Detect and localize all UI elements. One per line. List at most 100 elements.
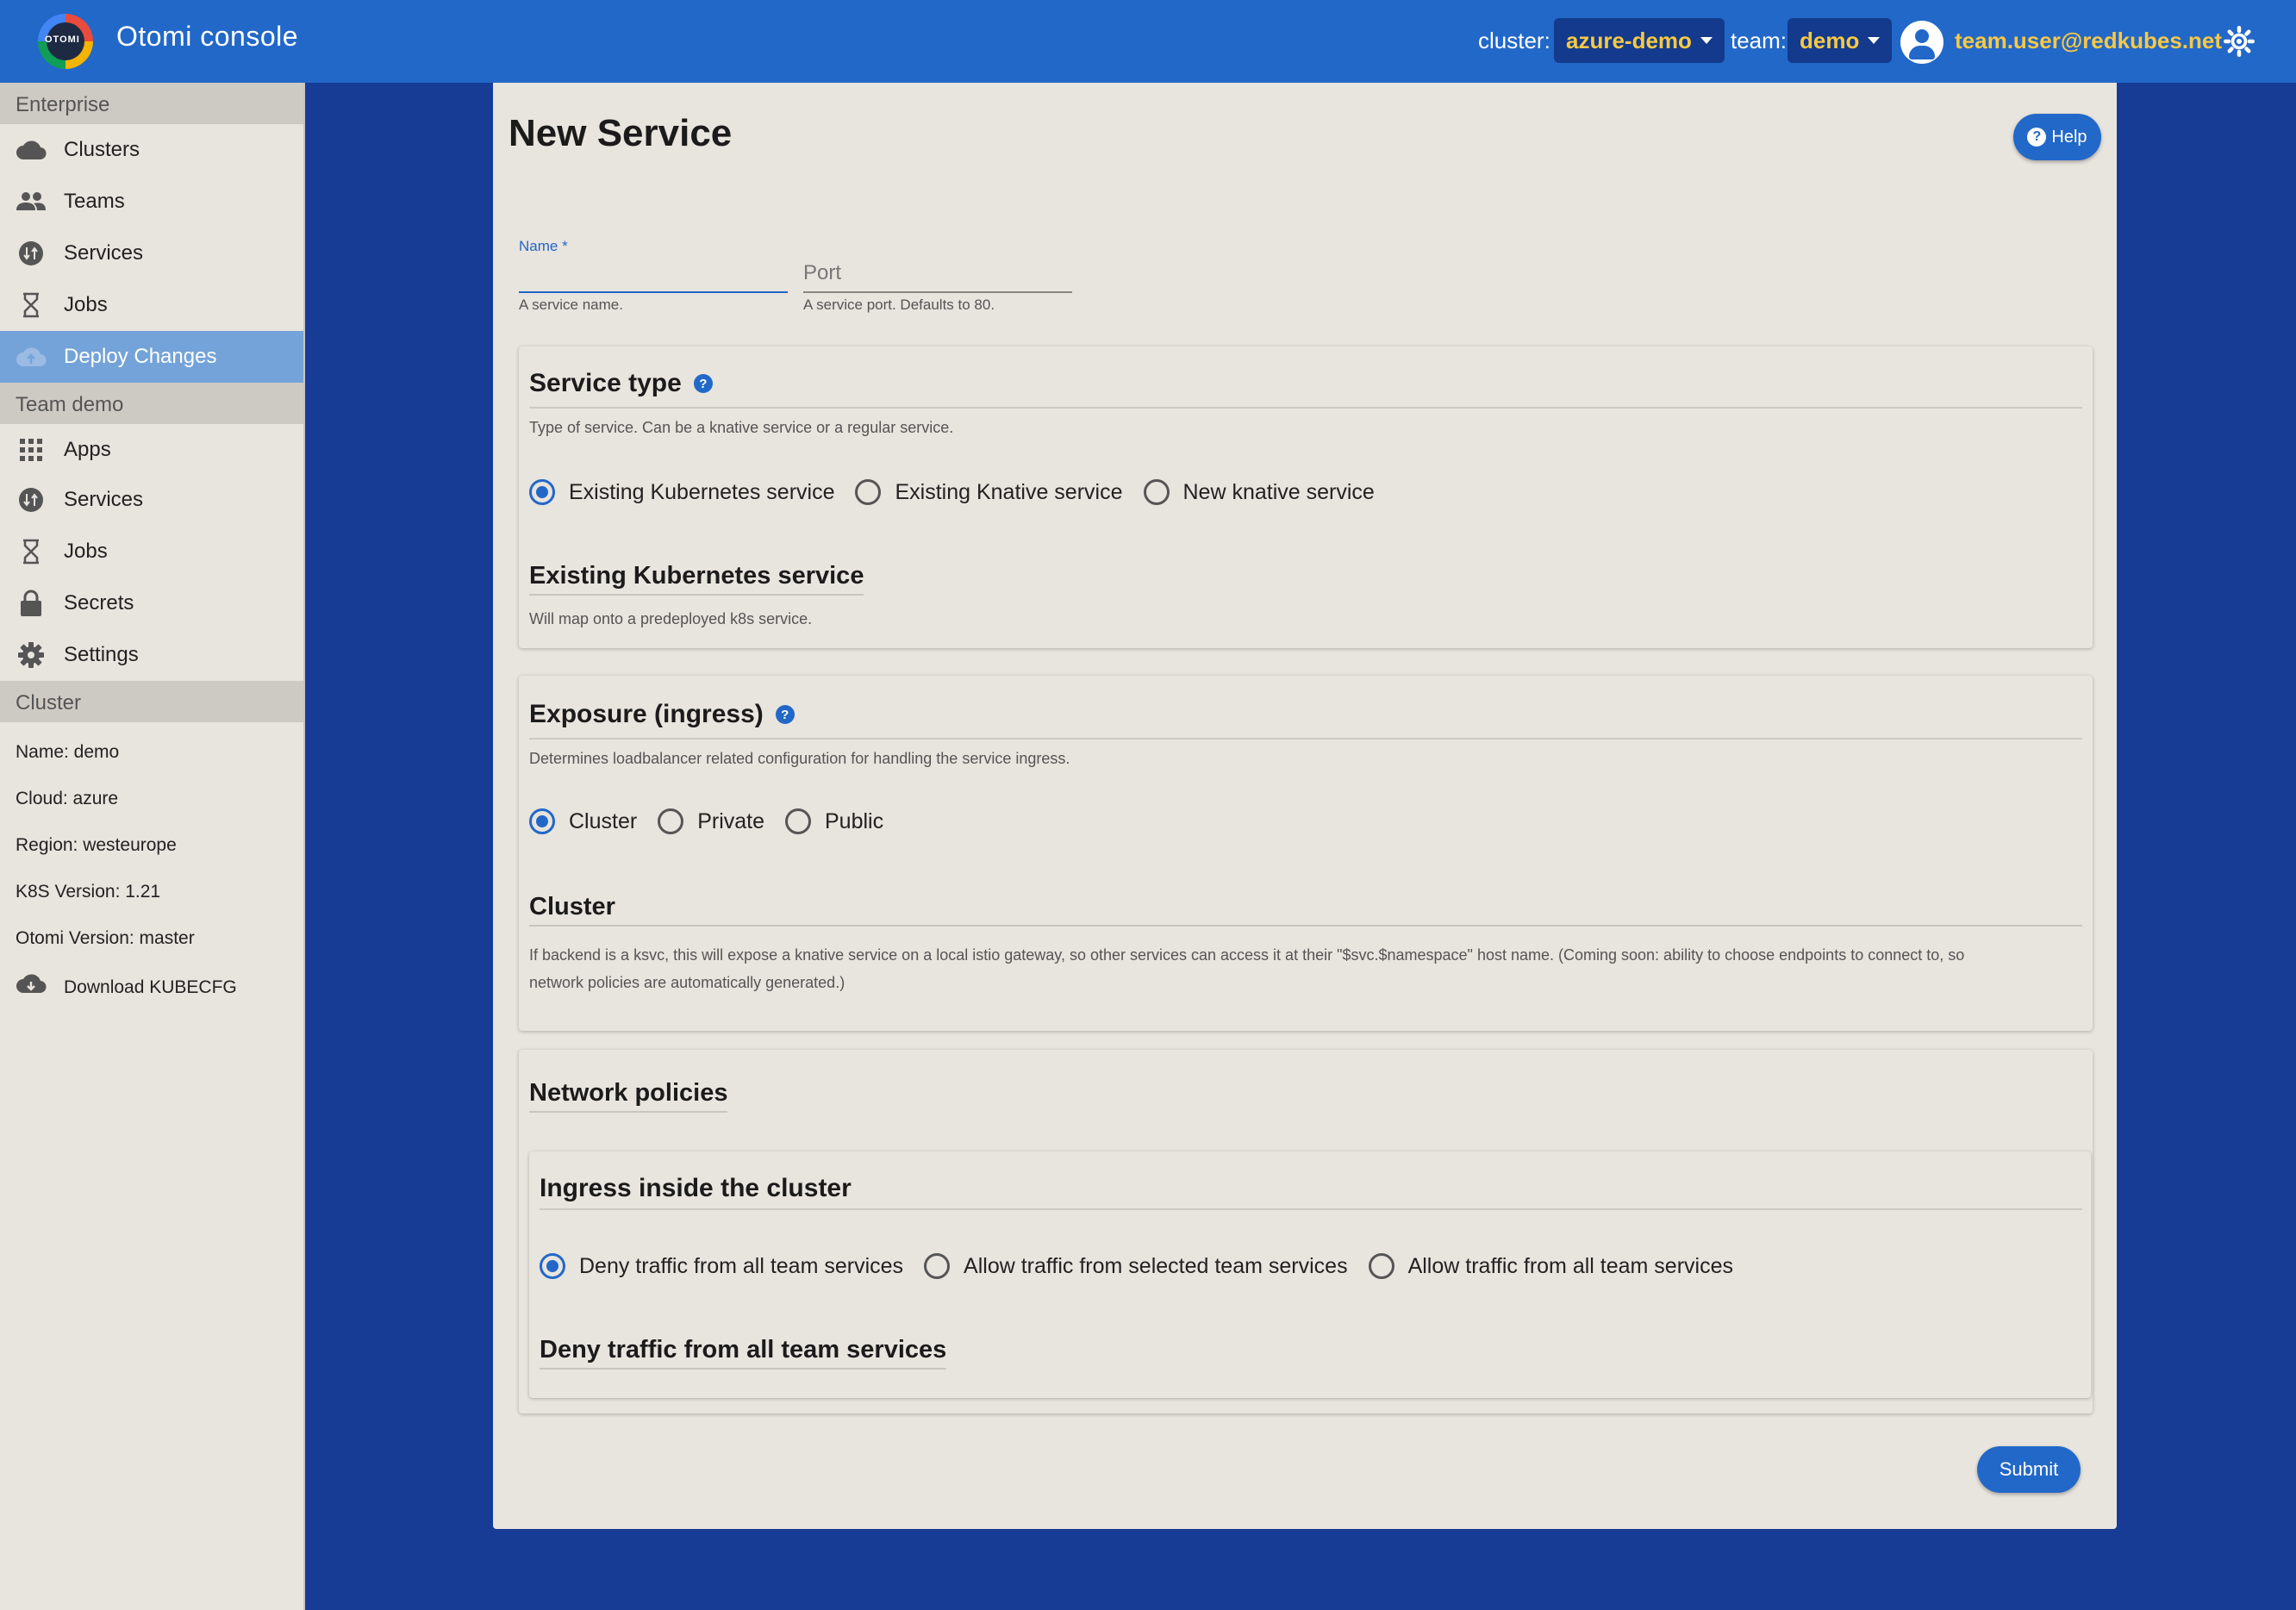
hourglass-icon: [16, 290, 47, 321]
radio-cluster[interactable]: Cluster: [529, 808, 637, 834]
radio-deny-all-team-services[interactable]: Deny traffic from all team services: [540, 1253, 903, 1279]
cluster-select-value: azure-demo: [1566, 27, 1692, 53]
cluster-label: cluster:: [1478, 28, 1550, 53]
swap-icon: [16, 238, 47, 269]
sidebar-item-label: Secrets: [64, 591, 134, 615]
radio-label: New knative service: [1182, 479, 1375, 504]
service-type-subsection-description: Will map onto a predeployed k8s service.: [529, 610, 813, 627]
name-field: Name * A service name.: [519, 238, 788, 314]
radio-label: Public: [825, 808, 884, 833]
radio-unchecked-icon: [785, 808, 811, 834]
service-type-radio-group: Existing Kubernetes service Existing Kna…: [529, 479, 1395, 505]
sidebar-item-secrets[interactable]: Secrets: [0, 577, 303, 629]
exposure-description-line-1: If backend is a ksvc, this will expose a…: [529, 946, 1965, 964]
sidebar-item-services[interactable]: Services: [0, 228, 303, 279]
sidebar-item-settings[interactable]: Settings: [0, 629, 303, 681]
team-select-value: demo: [1800, 27, 1860, 53]
radio-checked-icon: [529, 479, 555, 505]
user-email[interactable]: team.user@redkubes.net: [1955, 28, 2222, 54]
hourglass-icon: [16, 536, 47, 567]
brightness-icon[interactable]: [2224, 26, 2255, 57]
sidebar-item-deploy-changes[interactable]: Deploy Changes: [0, 331, 303, 383]
exposure-subsection-description: If backend is a ksvc, this will expose a…: [529, 941, 2081, 996]
radio-checked-icon: [540, 1253, 565, 1279]
exposure-subsection-title: Cluster: [529, 893, 2082, 927]
exposure-title: Exposure (ingress) ?: [529, 700, 795, 729]
sidebar-item-label: Apps: [64, 438, 111, 461]
apps-grid-icon: [16, 434, 47, 465]
submit-button[interactable]: Submit: [1977, 1446, 2081, 1493]
logo-text: OTOMI: [45, 34, 80, 45]
radio-public[interactable]: Public: [785, 808, 883, 834]
cluster-info-otomi-version: Otomi Version: master: [16, 928, 195, 948]
app-title[interactable]: Otomi console: [116, 21, 298, 53]
sidebar-item-label: Teams: [64, 190, 125, 213]
sidebar-item-label: Jobs: [64, 540, 108, 563]
radio-private[interactable]: Private: [658, 808, 764, 834]
sidebar-item-label: Services: [64, 488, 144, 511]
download-kubecfg-label: Download KUBECFG: [64, 977, 237, 997]
port-field-hint: A service port. Defaults to 80.: [803, 296, 995, 313]
chevron-down-icon: [1868, 37, 1881, 44]
team-label: team:: [1731, 28, 1788, 53]
sidebar-item-label: Deploy Changes: [64, 345, 217, 368]
name-input[interactable]: [519, 255, 788, 293]
exposure-radio-group: Cluster Private Public: [529, 808, 904, 834]
sidebar: Enterprise Clusters Teams Services Jobs …: [0, 83, 305, 1610]
radio-existing-kubernetes-service[interactable]: Existing Kubernetes service: [529, 479, 834, 505]
help-icon: ?: [2027, 128, 2047, 147]
sidebar-section-cluster: Cluster: [0, 681, 303, 722]
swap-icon: [16, 484, 47, 515]
page-title: New Service: [508, 112, 733, 154]
radio-label: Allow traffic from selected team service…: [964, 1253, 1348, 1278]
team-select[interactable]: demo: [1788, 18, 1893, 63]
sidebar-item-team-jobs[interactable]: Jobs: [0, 526, 303, 577]
people-icon: [16, 186, 47, 217]
cluster-info-k8s-version: K8S Version: 1.21: [16, 882, 161, 902]
service-type-card: Service type ? Type of service. Can be a…: [519, 346, 2093, 648]
download-kubecfg-link[interactable]: Download KUBECFG: [0, 962, 303, 1014]
radio-existing-knative-service[interactable]: Existing Knative service: [855, 479, 1123, 505]
ingress-inside-cluster-title: Ingress inside the cluster: [540, 1174, 852, 1202]
sidebar-item-jobs[interactable]: Jobs: [0, 279, 303, 331]
sidebar-section-team: Team demo: [0, 383, 303, 424]
radio-allow-selected-team-services[interactable]: Allow traffic from selected team service…: [924, 1253, 1348, 1279]
sidebar-item-label: Services: [64, 241, 144, 265]
radio-unchecked-icon: [924, 1253, 951, 1279]
ingress-subsection-title: Deny traffic from all team services: [540, 1336, 947, 1370]
service-type-title-text: Service type: [529, 369, 682, 397]
sidebar-item-label: Settings: [64, 643, 139, 666]
name-field-label: Name *: [519, 238, 568, 254]
top-app-bar: OTOMI Otomi console cluster: azure-demo …: [0, 0, 2296, 83]
sidebar-item-teams[interactable]: Teams: [0, 176, 303, 228]
radio-label: Allow traffic from all team services: [1407, 1253, 1733, 1278]
chevron-down-icon: [1700, 37, 1713, 44]
cloud-download-icon: [16, 972, 47, 1003]
help-button[interactable]: ? Help: [2013, 114, 2101, 160]
main-panel: New Service ? Help Name * A service name…: [493, 83, 2117, 1529]
network-policies-title: Network policies: [529, 1079, 728, 1113]
help-icon[interactable]: ?: [775, 705, 795, 724]
exposure-description: Determines loadbalancer related configur…: [529, 750, 1070, 767]
service-type-description: Type of service. Can be a knative servic…: [529, 419, 954, 436]
sidebar-item-clusters[interactable]: Clusters: [0, 124, 303, 176]
cluster-info-region: Region: westeurope: [16, 835, 177, 855]
lock-icon: [16, 588, 47, 619]
sidebar-item-team-services[interactable]: Services: [0, 474, 303, 526]
radio-label: Cluster: [569, 808, 638, 833]
radio-allow-all-team-services[interactable]: Allow traffic from all team services: [1368, 1253, 1733, 1279]
radio-unchecked-icon: [1143, 479, 1170, 505]
sidebar-item-apps[interactable]: Apps: [0, 426, 303, 474]
cluster-select[interactable]: azure-demo: [1554, 18, 1725, 63]
radio-checked-icon: [529, 808, 555, 834]
service-type-title: Service type ?: [529, 369, 713, 398]
sidebar-item-label: Clusters: [64, 138, 140, 161]
port-input[interactable]: [803, 255, 1072, 293]
cluster-info-cloud: Cloud: azure: [16, 789, 119, 808]
radio-new-knative-service[interactable]: New knative service: [1143, 479, 1375, 505]
radio-unchecked-icon: [658, 808, 684, 834]
exposure-title-text: Exposure (ingress): [529, 700, 764, 728]
network-policies-card: Network policies Ingress inside the clus…: [519, 1050, 2093, 1413]
help-icon[interactable]: ?: [693, 374, 713, 393]
account-circle-icon[interactable]: [1900, 21, 1943, 64]
